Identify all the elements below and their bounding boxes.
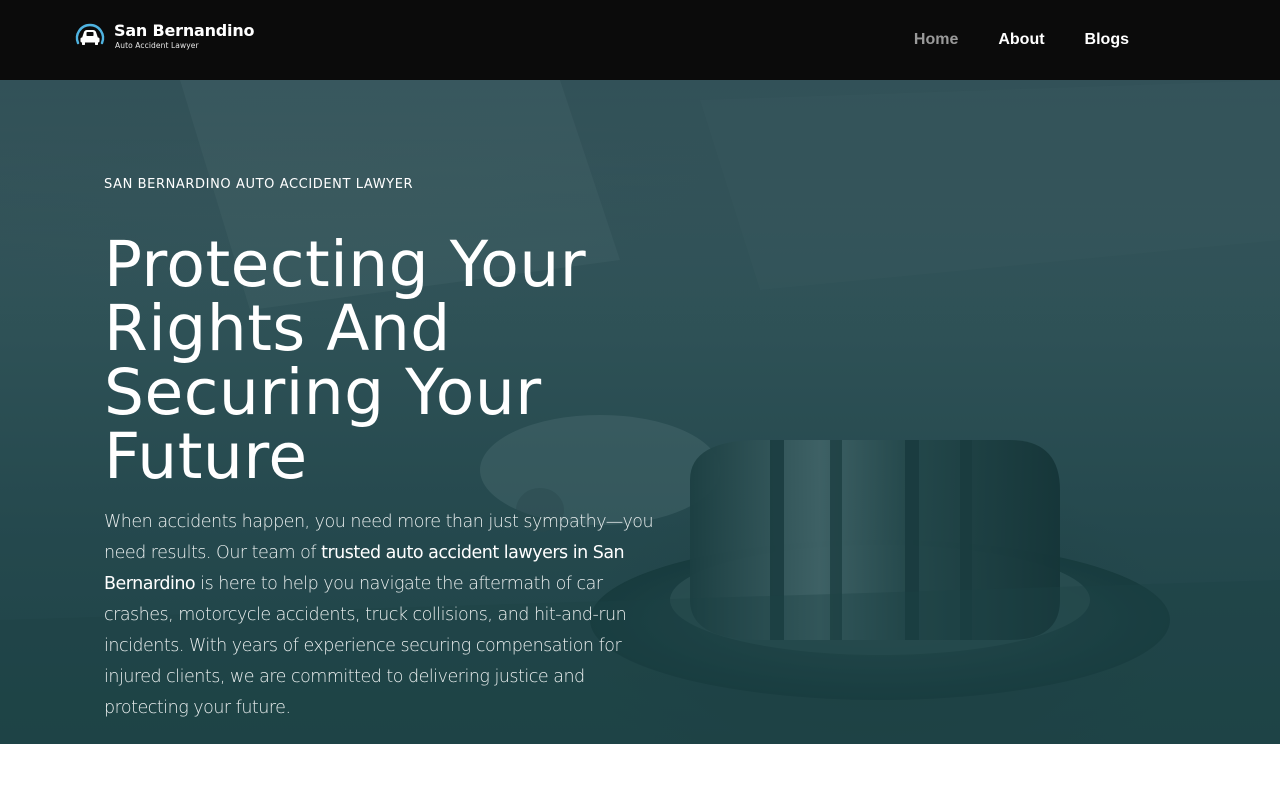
- hero-description-body: is here to help you navigate the afterma…: [104, 574, 627, 718]
- hero-section: SAN BERNARDINO AUTO ACCIDENT LAWYER Prot…: [0, 80, 1280, 744]
- main-nav: Home About Blogs: [874, 0, 1129, 80]
- nav-blogs[interactable]: Blogs: [1085, 31, 1129, 49]
- nav-about[interactable]: About: [998, 31, 1044, 49]
- logo-title: San Bernandino: [114, 20, 255, 40]
- site-logo[interactable]: San Bernandino Auto Accident Lawyer: [72, 16, 255, 56]
- hero-content: SAN BERNARDINO AUTO ACCIDENT LAWYER Prot…: [104, 177, 664, 724]
- nav-home[interactable]: Home: [914, 31, 958, 49]
- hero-eyebrow: SAN BERNARDINO AUTO ACCIDENT LAWYER: [104, 177, 414, 192]
- hero-headline: Protecting Your Rights And Securing Your…: [104, 228, 587, 493]
- logo-subtitle: Auto Accident Lawyer: [115, 40, 199, 50]
- hero-description: When accidents happen, you need more tha…: [104, 507, 664, 724]
- site-header: San Bernandino Auto Accident Lawyer Home…: [0, 0, 1280, 80]
- car-in-circle-icon: [75, 23, 105, 45]
